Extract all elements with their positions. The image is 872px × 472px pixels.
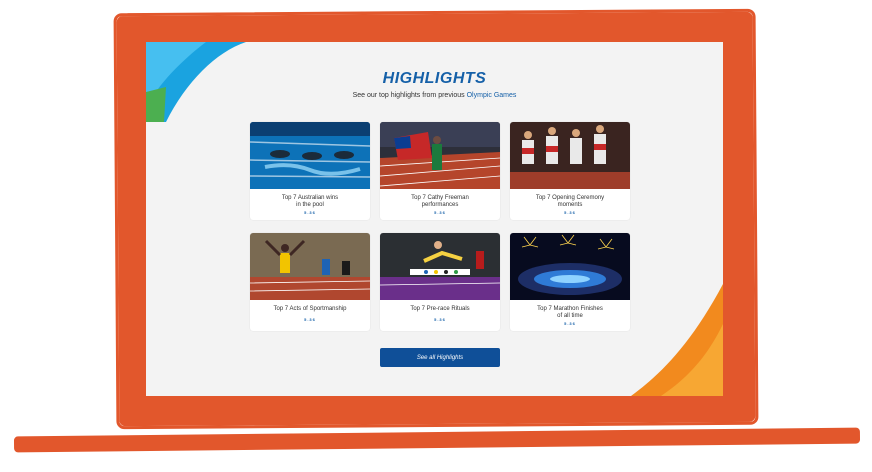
screen: HIGHLIGHTS See our top highlights from p… [146,42,723,396]
corner-decoration-bottom-right [631,284,723,396]
track-flag-thumbnail [380,122,500,189]
hurdles-thumbnail [380,233,500,300]
see-all-highlights-button[interactable]: See all Highlights [380,348,500,367]
subtitle-text: See our top highlights from previous [352,92,467,99]
laptop-base [13,427,861,453]
card-title: Top 7 Cathy Freeman performances [411,195,469,208]
card-rating: 5.36 [304,317,316,322]
card-rating: 5.36 [434,317,446,322]
card-title: Top 7 Marathon Finishes of all time [537,306,603,319]
page-title: HIGHLIGHTS [382,70,487,87]
sprinter-thumbnail [250,233,370,300]
card-title: Top 7 Opening Ceremony moments [535,195,605,208]
highlight-card-pre-race-rituals[interactable]: Top 7 Pre-race Rituals 5.36 [380,233,500,331]
swimming-thumbnail [250,122,370,189]
highlight-card-swimming[interactable]: Top 7 Australian wins in the pool 5.36 [250,122,370,220]
highlight-card-sportmanship[interactable]: Top 7 Acts of Sportmanship 5.36 [250,233,370,331]
card-rating: 5.36 [434,210,446,215]
card-title: Top 7 Pre-race Rituals [410,306,470,312]
card-rating: 5.36 [564,321,576,326]
card-title: Top 7 Australian wins in the pool [281,195,339,208]
page-subtitle: See our top highlights from previous Oly… [146,92,723,99]
olympic-games-link[interactable]: Olympic Games [467,92,517,99]
stadium-fireworks-thumbnail [510,233,630,300]
runners-thumbnail [510,122,630,189]
highlight-card-marathon-finishes[interactable]: Top 7 Marathon Finishes of all time 5.36 [510,233,630,331]
card-rating: 5.36 [304,210,316,215]
highlight-card-cathy-freeman[interactable]: Top 7 Cathy Freeman performances 5.36 [380,122,500,220]
card-rating: 5.36 [564,210,576,215]
highlight-card-opening-ceremony[interactable]: Top 7 Opening Ceremony moments 5.36 [510,122,630,220]
card-title: Top 7 Acts of Sportmanship [273,306,347,312]
